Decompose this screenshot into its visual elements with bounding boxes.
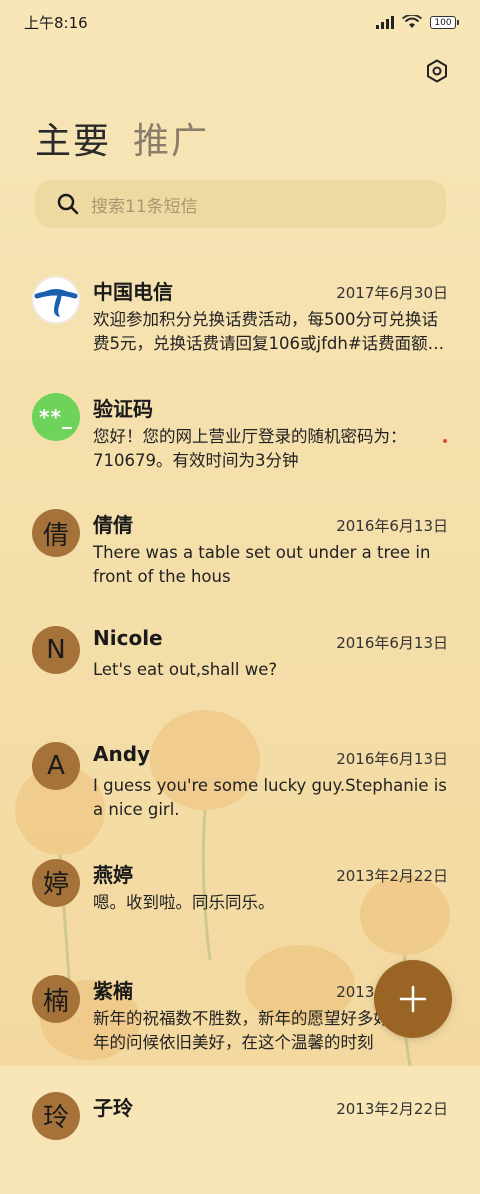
search-icon xyxy=(57,193,79,215)
contact-avatar: 玲 xyxy=(32,1092,80,1140)
message-preview: 嗯。收到啦。同乐同乐。 xyxy=(93,891,448,915)
contact-name: 倩倩 xyxy=(93,509,133,538)
message-date: 2016年6月13日 xyxy=(336,515,448,536)
contact-avatar: N xyxy=(32,626,80,674)
settings-button[interactable] xyxy=(422,56,452,86)
contact-avatar: 楠 xyxy=(32,975,80,1023)
message-date: 2016年6月13日 xyxy=(336,632,448,653)
message-date: 2013年2月22日 xyxy=(336,865,448,886)
contact-avatar: A xyxy=(32,742,80,790)
conversation-item[interactable]: A Andy 2016年6月13日 I guess you're some lu… xyxy=(0,728,480,845)
conversation-item[interactable]: 倩 倩倩 2016年6月13日 There was a table set ou… xyxy=(0,495,480,612)
status-bar: 上午8:16 100 xyxy=(0,0,480,44)
contact-name: 紫楠 xyxy=(93,975,133,1004)
conversation-item[interactable]: 中国电信 2017年6月30日 欢迎参加积分兑换话费活动，每500分可兑换话费5… xyxy=(0,262,480,379)
tab-bar: 主要 推广 xyxy=(35,112,209,164)
search-placeholder: 搜索11条短信 xyxy=(91,192,198,217)
wifi-icon xyxy=(402,15,422,29)
message-preview: There was a table set out under a tree i… xyxy=(93,541,448,589)
message-preview: 您好！您的网上营业厅登录的随机密码为：710679。有效时间为3分钟 xyxy=(93,425,448,473)
message-preview: Let's eat out,shall we? xyxy=(93,658,448,682)
contact-name: 子玲 xyxy=(93,1092,133,1121)
conversation-list: 中国电信 2017年6月30日 欢迎参加积分兑换话费活动，每500分可兑换话费5… xyxy=(0,262,480,1194)
message-date: 2016年6月13日 xyxy=(336,748,448,769)
plus-icon xyxy=(399,985,427,1013)
message-date: 2013年2月22日 xyxy=(336,1098,448,1119)
conversation-item[interactable]: N Nicole 2016年6月13日 Let's eat out,shall … xyxy=(0,612,480,729)
contact-avatar: 倩 xyxy=(32,509,80,557)
conversation-item[interactable]: **_ 验证码 您好！您的网上营业厅登录的随机密码为：710679。有效时间为3… xyxy=(0,379,480,496)
tab-promotions[interactable]: 推广 xyxy=(133,112,209,164)
message-preview: I guess you're some lucky guy.Stephanie … xyxy=(93,774,448,822)
contact-name: Andy xyxy=(93,742,150,766)
battery-icon: 100 xyxy=(430,16,456,29)
status-time: 上午8:16 xyxy=(24,12,376,33)
settings-hexagon-icon xyxy=(425,59,449,83)
tab-main[interactable]: 主要 xyxy=(35,112,111,164)
search-bar[interactable]: 搜索11条短信 xyxy=(35,180,446,228)
signal-icon xyxy=(376,16,394,29)
verification-code-avatar: **_ xyxy=(32,393,80,441)
message-preview: 欢迎参加积分兑换话费活动，每500分可兑换话费5元，兑换话费请回复106或jfd… xyxy=(93,308,448,356)
message-date: 2017年6月30日 xyxy=(336,282,448,303)
contact-avatar: 婷 xyxy=(32,859,80,907)
contact-name: 验证码 xyxy=(93,393,153,422)
contact-name: 燕婷 xyxy=(93,859,133,888)
china-telecom-logo-icon xyxy=(32,276,80,324)
new-message-button[interactable] xyxy=(374,960,452,1038)
conversation-item[interactable]: 婷 燕婷 2013年2月22日 嗯。收到啦。同乐同乐。 xyxy=(0,845,480,962)
contact-name: 中国电信 xyxy=(93,276,173,305)
contact-name: Nicole xyxy=(93,626,163,650)
conversation-item[interactable]: 玲 子玲 2013年2月22日 xyxy=(0,1078,480,1194)
